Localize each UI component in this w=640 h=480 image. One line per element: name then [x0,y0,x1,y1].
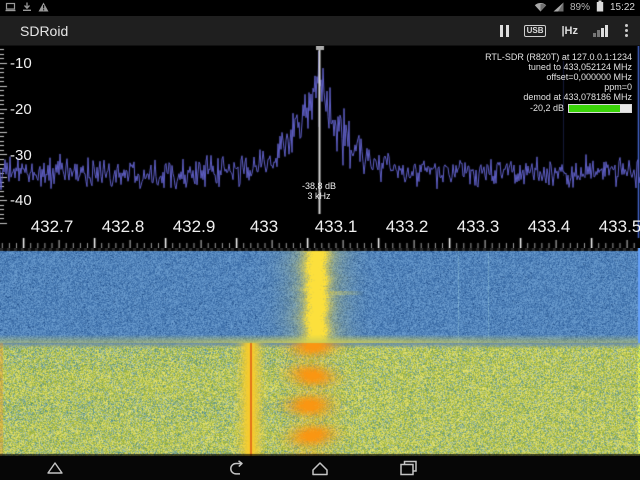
screen-icon [5,0,16,17]
device-info: RTL-SDR (R820T) at 127.0.0.1:1234 [485,52,632,62]
freq-axis-label: 432.7 [31,217,74,237]
cell-signal-icon [553,0,564,17]
overflow-menu-button[interactable] [623,22,630,39]
signal-level-value: -20,2 dB [530,103,564,113]
download-icon [22,0,32,17]
freq-axis-label: 433 [250,217,278,237]
battery-percent: 89% [570,0,590,16]
freq-axis-label: 433.5 [599,217,640,237]
usb-mode-button[interactable]: USB [524,25,547,37]
wifi-icon [534,0,547,17]
freq-axis-label: 433.1 [315,217,358,237]
android-status-bar: 89% 15:22 [0,0,640,16]
pause-button[interactable] [500,25,509,37]
receiver-info-panel: RTL-SDR (R820T) at 127.0.0.1:1234 tuned … [485,52,632,113]
cursor-bandwidth-value: 3 kHz [302,191,336,201]
offset-value: offset=0,000000 MHz [485,72,632,82]
gain-button[interactable] [593,25,608,37]
db-axis-label: -30 [10,147,32,164]
freq-axis-label: 433.4 [528,217,571,237]
waterfall-display[interactable] [0,248,640,456]
freq-axis-label: 432.9 [173,217,216,237]
demod-frequency: demod at 433,078186 MHz [485,92,632,102]
home-button[interactable] [307,458,333,478]
freq-axis-label: 433.3 [457,217,500,237]
back-button[interactable] [224,458,250,478]
db-axis-label: -40 [10,192,32,209]
menu-reveal-button[interactable] [42,458,68,478]
warning-icon [38,0,49,17]
hz-units-button[interactable]: |Hz [561,25,578,37]
freq-axis-label: 432.8 [102,217,145,237]
app-title: SDRoid [20,23,68,39]
cursor-db-value: -38,8 dB [302,181,336,191]
tuning-cursor-readout: -38,8 dB 3 kHz [302,181,336,201]
ppm-value: ppm=0 [485,82,632,92]
signal-level-meter [568,104,632,113]
recents-button[interactable] [395,458,421,478]
db-axis-label: -20 [10,101,32,118]
freq-axis-label: 433.2 [386,217,429,237]
android-nav-bar [0,456,640,480]
db-axis-label: -10 [10,55,32,72]
app-toolbar: SDRoid USB |Hz [0,16,640,46]
tuned-frequency: tuned to 433,052124 MHz [485,62,632,72]
clock: 15:22 [610,0,635,16]
battery-icon [596,0,604,17]
sdroid-app-screen: 89% 15:22 SDRoid USB |Hz -10 -20 -30 -40… [0,0,640,480]
